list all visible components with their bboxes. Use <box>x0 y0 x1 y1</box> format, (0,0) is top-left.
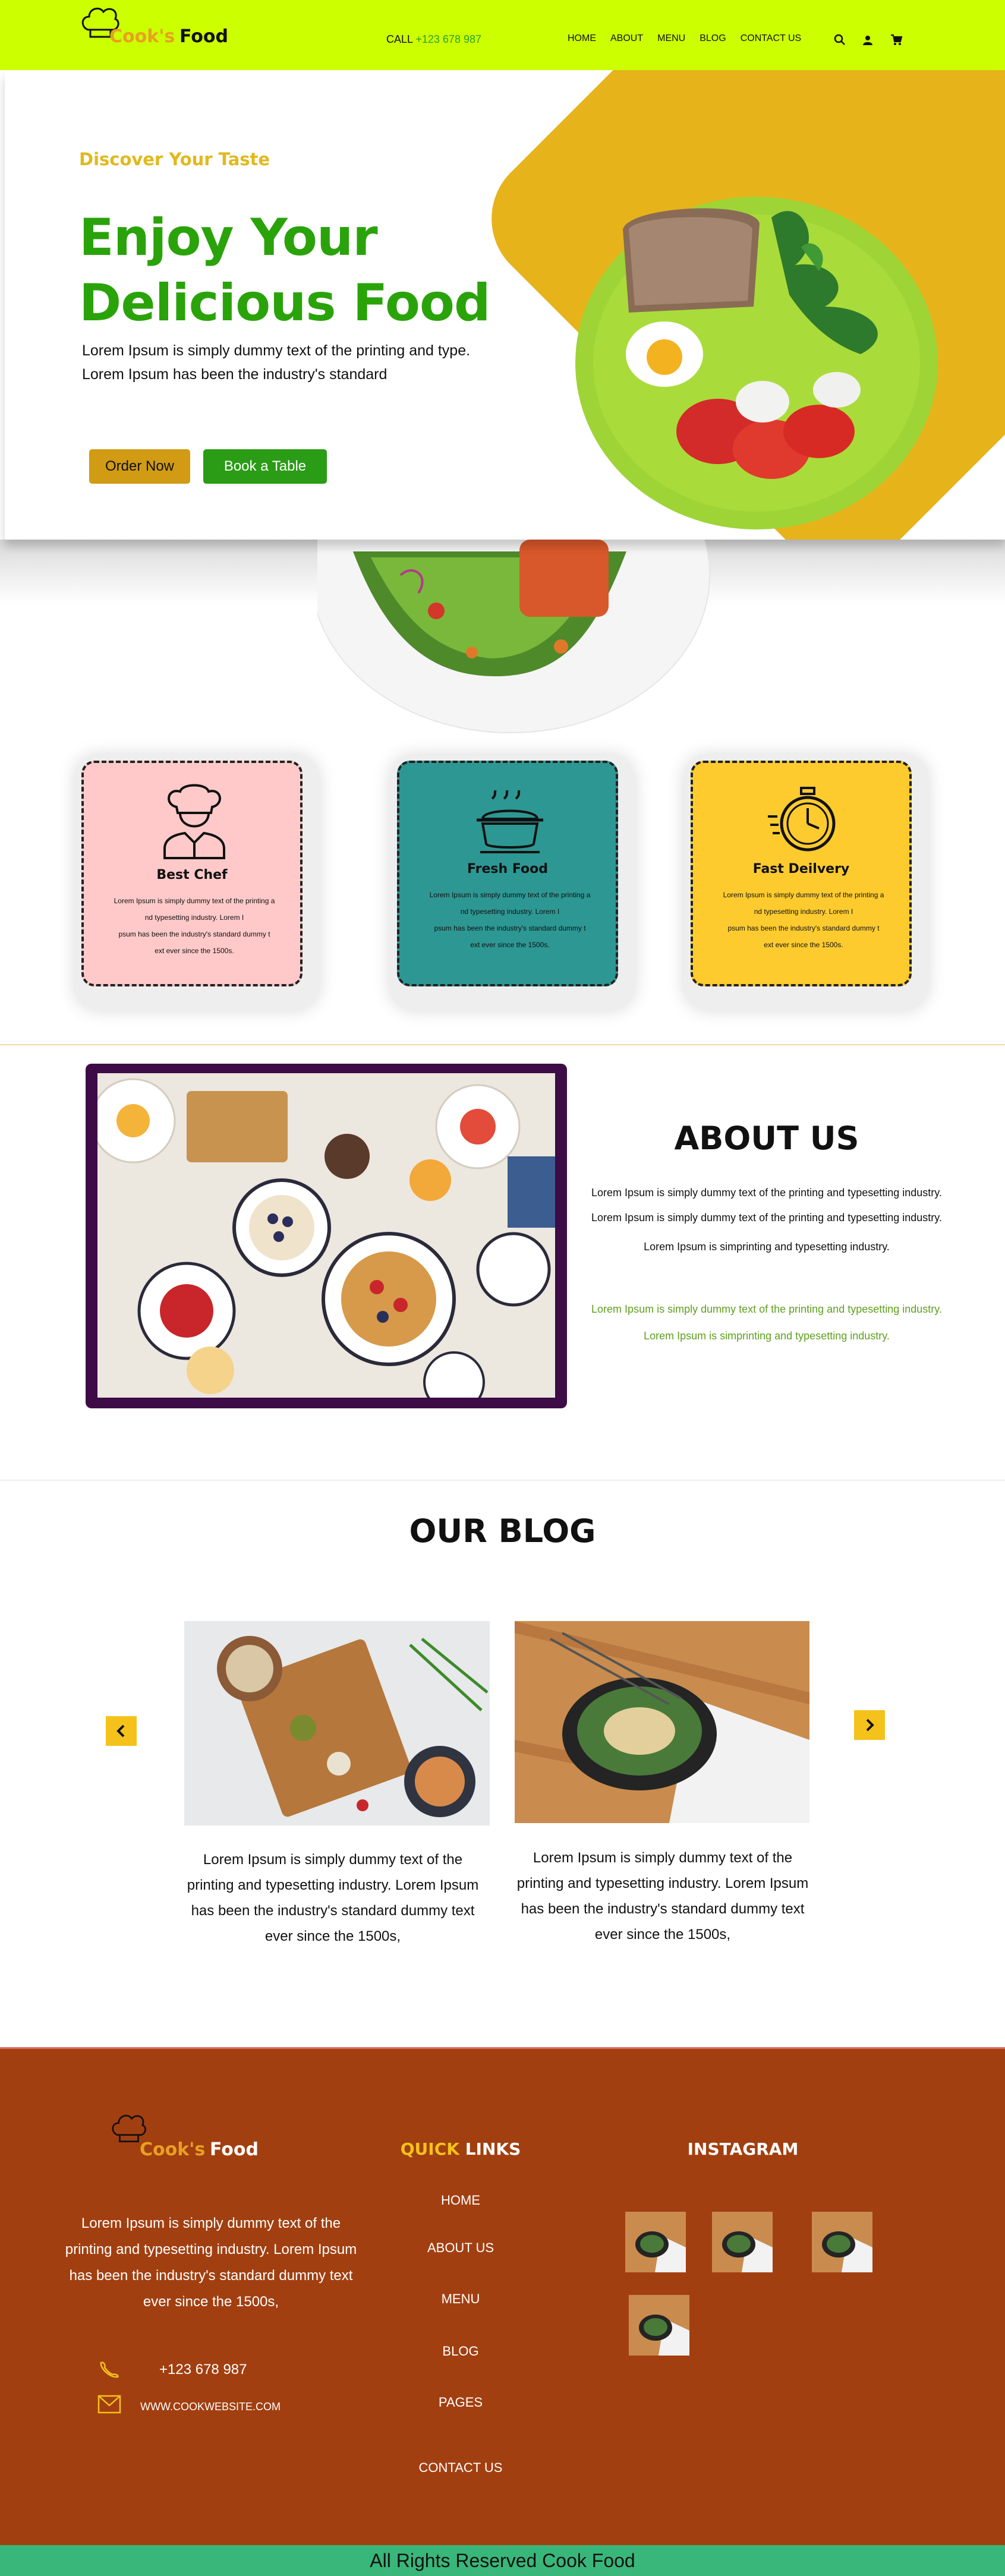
blog-post-text-2: Lorem Ipsum is simply dummy text of the p… <box>516 1850 809 1943</box>
instagram-thumb[interactable] <box>625 2212 686 2272</box>
footer-logo[interactable]: Cook's Food <box>110 2108 288 2162</box>
about-text: Lorem Ipsum is simply dummy text of the … <box>591 1212 942 1224</box>
feature-card-delivery[interactable]: Fast Deilvery Lorem Ipsum is simply dumm… <box>691 761 912 986</box>
hero-tagline: Discover Your Taste <box>79 149 270 169</box>
feature-title: Fast Deilvery <box>752 862 850 876</box>
nav-contact[interactable]: CONTACT US <box>741 33 802 44</box>
hero-title-line2: Delicious Food <box>79 273 491 333</box>
feature-card-wrap-food: Fresh Food Lorem Ipsum is simply dummy t… <box>390 755 635 1010</box>
hero-text-line1: Lorem Ipsum is simply dummy text of the … <box>82 342 471 359</box>
chef-icon <box>163 784 225 859</box>
blog-post-image-1[interactable] <box>184 1621 490 1825</box>
feature-title: Best Chef <box>156 868 228 882</box>
blog-title: OUR BLOG <box>409 1512 596 1550</box>
nav-menu[interactable]: MENU <box>657 33 685 44</box>
about-text: Lorem Ipsum is simply dummy text of the … <box>591 1187 942 1199</box>
header: Cook's Food CALL +123 678 987 HOME ABOUT… <box>0 0 1005 70</box>
hero-food-plate-image <box>575 197 938 529</box>
footer-website[interactable]: WWW.COOKWEBSITE.COM <box>140 2401 281 2413</box>
footer-link-contact[interactable]: CONTACT US <box>333 2460 588 2476</box>
footer-link-menu[interactable]: MENU <box>333 2291 588 2307</box>
main-nav: HOME ABOUT MENU BLOG CONTACT US <box>568 33 801 44</box>
hero-text-line2: Lorem Ipsum has been the industry's stan… <box>82 366 387 383</box>
chevron-left-icon <box>116 1724 125 1738</box>
about-image-frame <box>86 1064 567 1408</box>
call-number[interactable]: +123 678 987 <box>415 33 481 45</box>
about-text: Lorem Ipsum is simprinting and typesetti… <box>644 1241 890 1253</box>
about-title: ABOUT US <box>674 1120 859 1157</box>
footer-description: Lorem Ipsum is simply dummy text of the p… <box>65 2215 357 2310</box>
feature-title: Fresh Food <box>467 862 548 876</box>
about-text-highlight: Lorem Ipsum is simply dummy text of the … <box>591 1303 942 1315</box>
salad-plate-image <box>317 540 710 733</box>
logo-text-food: Food <box>179 26 228 47</box>
instagram-thumb[interactable] <box>712 2212 773 2272</box>
feature-desc: Lorem Ipsum is simply dummy text of the … <box>429 891 591 949</box>
chevron-right-icon <box>866 1719 874 1732</box>
feature-card-chef[interactable]: Best Chef Lorem Ipsum is simply dummy te… <box>81 761 303 986</box>
quick-links-title: QUICK LINKS <box>400 2139 521 2159</box>
hero-title-line1: Enjoy Your <box>79 208 378 267</box>
logo-text-cooks: Cook's <box>109 26 175 47</box>
blog-post-image-2[interactable] <box>515 1621 809 1823</box>
footer-phone[interactable]: +123 678 987 <box>159 2361 247 2378</box>
search-icon[interactable] <box>833 33 846 46</box>
instagram-title: INSTAGRAM <box>687 2139 799 2159</box>
call-info: CALL +123 678 987 <box>386 33 481 46</box>
footer-logo-text-cooks: Cook's <box>140 2139 206 2160</box>
logo[interactable]: Cook's Food <box>77 0 250 59</box>
mail-icon <box>97 2395 121 2414</box>
breakfast-table-image <box>97 1073 555 1398</box>
blog-post-text-1: Lorem Ipsum is simply dummy text of the p… <box>187 1852 479 1944</box>
hero-section: Discover Your Taste Enjoy Your Delicious… <box>5 70 1005 540</box>
blog-next-button[interactable] <box>854 1710 885 1740</box>
feature-card-wrap-chef: Best Chef Lorem Ipsum is simply dummy te… <box>74 755 319 1010</box>
footer-link-about[interactable]: ABOUT US <box>333 2240 588 2256</box>
feature-desc: Lorem Ipsum is simply dummy text of the … <box>723 891 884 949</box>
feature-card-wrap-delivery: Fast Deilvery Lorem Ipsum is simply dumm… <box>683 755 928 1010</box>
phone-icon <box>100 2361 119 2378</box>
feature-card-food[interactable]: Fresh Food Lorem Ipsum is simply dummy t… <box>397 761 618 986</box>
nav-home[interactable]: HOME <box>568 33 596 44</box>
call-label: CALL <box>386 33 413 45</box>
cart-icon[interactable] <box>890 33 903 46</box>
nav-blog[interactable]: BLOG <box>700 33 726 44</box>
copyright-bar: All Rights Reserved Cook Food <box>0 2545 1005 2576</box>
footer-link-home[interactable]: HOME <box>333 2193 588 2208</box>
stopwatch-icon <box>768 787 836 852</box>
section-divider <box>0 1044 1005 1045</box>
food-pot-icon <box>477 790 543 853</box>
instagram-thumb[interactable] <box>812 2212 872 2272</box>
book-table-button[interactable]: Book a Table <box>203 449 327 484</box>
nav-about[interactable]: ABOUT <box>610 33 643 44</box>
footer-link-pages[interactable]: PAGES <box>333 2395 588 2410</box>
blog-prev-button[interactable] <box>106 1716 137 1746</box>
footer-link-blog[interactable]: BLOG <box>333 2344 588 2359</box>
copyright-text: All Rights Reserved Cook Food <box>370 2549 635 2571</box>
instagram-thumb[interactable] <box>629 2295 689 2356</box>
section-divider <box>0 1480 1005 1481</box>
footer-logo-text-food: Food <box>210 2139 259 2160</box>
order-now-button[interactable]: Order Now <box>89 449 190 484</box>
about-text-highlight: Lorem Ipsum is simprinting and typesetti… <box>644 1330 890 1342</box>
feature-desc: Lorem Ipsum is simply dummy text of the … <box>114 897 275 955</box>
user-icon[interactable] <box>861 33 874 46</box>
